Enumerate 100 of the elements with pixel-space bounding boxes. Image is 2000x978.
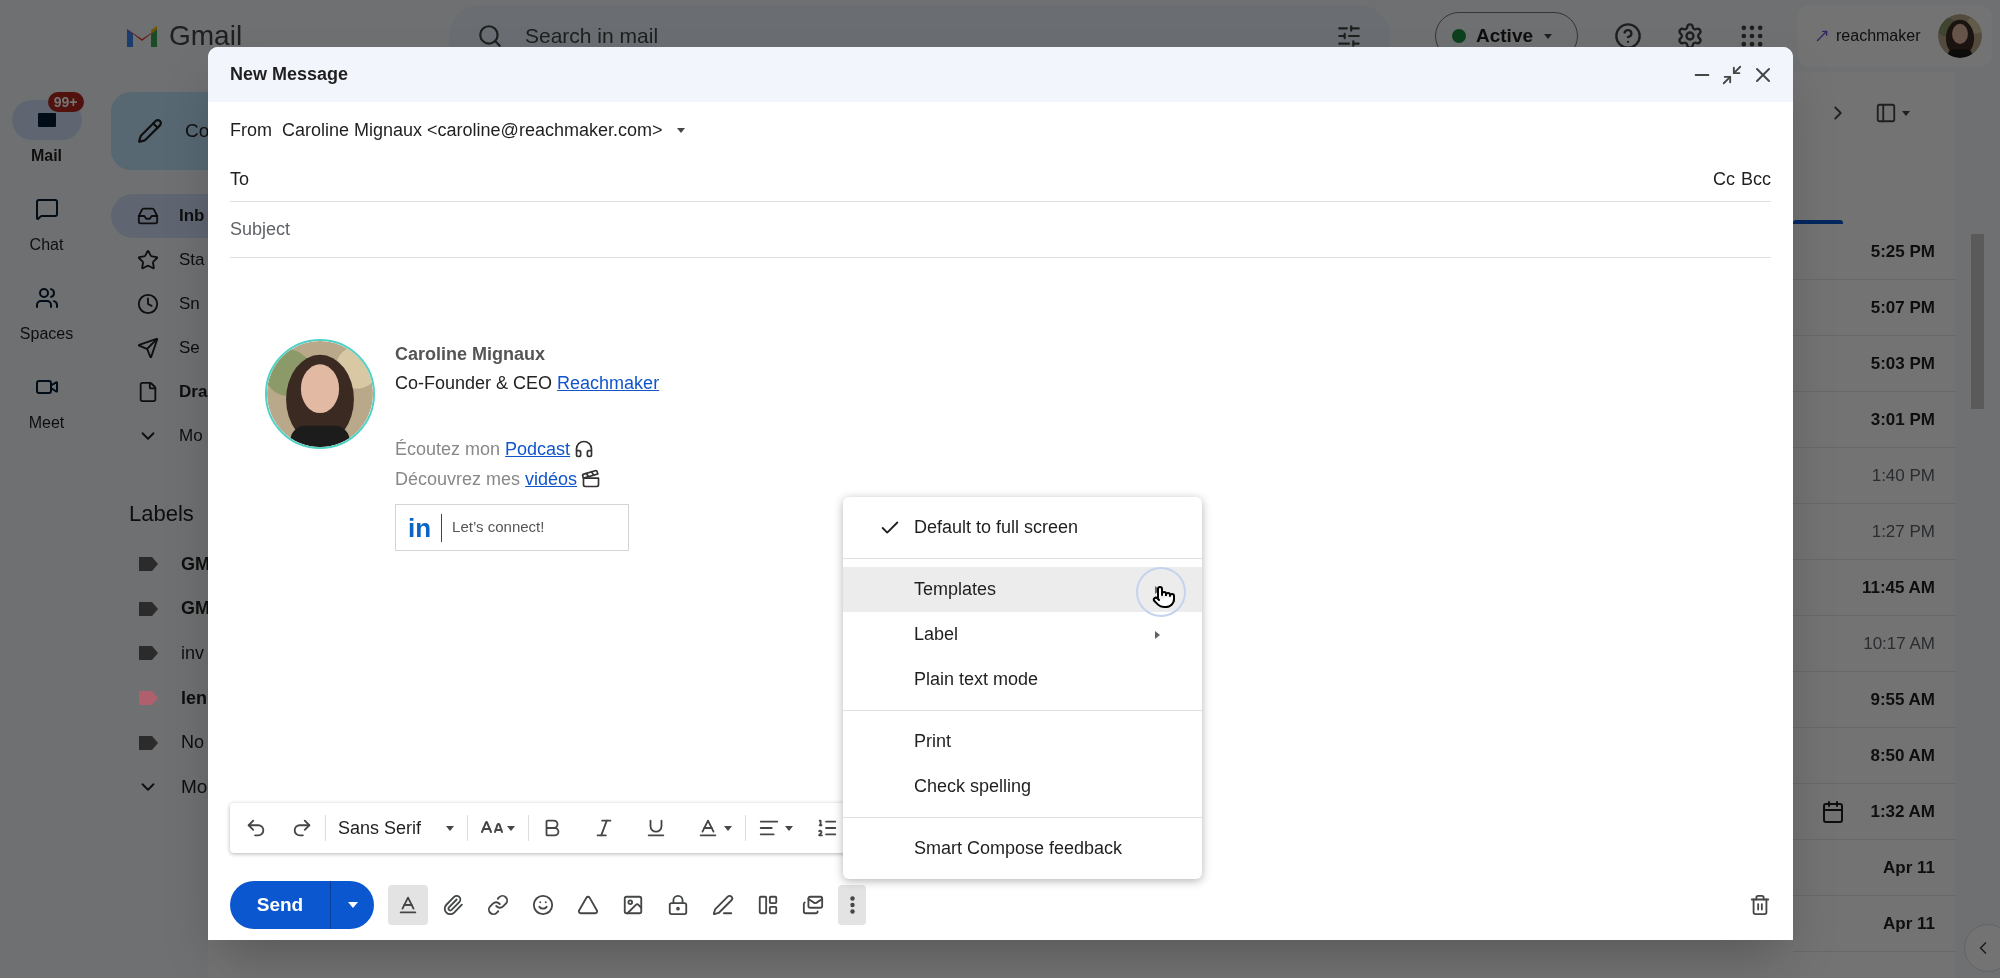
signature-name: Caroline Mignaux	[395, 343, 547, 366]
nav-item[interactable]: Sn	[111, 282, 208, 326]
mail-time: 11:45 AM	[1861, 576, 1935, 599]
settings-icon[interactable]	[1676, 22, 1704, 50]
submenu-arrow-icon	[1152, 629, 1162, 640]
nav-item[interactable]: Se	[111, 326, 208, 370]
side-panel-toggle[interactable]	[1963, 924, 2000, 972]
headphones-icon	[574, 439, 595, 459]
menu-item[interactable]: Check spelling	[843, 764, 1202, 809]
rail-label: Chat	[29, 235, 64, 255]
trash-icon[interactable]	[1749, 894, 1771, 916]
mails-icon[interactable]	[802, 894, 824, 916]
smiley-icon[interactable]	[532, 894, 554, 916]
nav-item[interactable]: Dra	[111, 370, 208, 414]
tag-nav-item[interactable]: GM	[111, 586, 208, 632]
mail-time: 10:17 AM	[1863, 632, 1935, 655]
tag-nav-item[interactable]: len	[111, 675, 208, 721]
company-link[interactable]: Reachmaker	[557, 373, 660, 393]
exit-full-screen-icon[interactable]	[1721, 63, 1743, 86]
text-color-button[interactable]	[697, 817, 734, 839]
lock-icon[interactable]	[667, 894, 689, 916]
nav-item[interactable]: Mo	[111, 764, 208, 810]
cursor-icon	[1136, 567, 1186, 617]
menu-item[interactable]: Plain text mode	[843, 657, 1202, 702]
mail-time: 5:03 PM	[1870, 352, 1935, 375]
clapperboard-icon	[581, 469, 602, 489]
linkedin-button[interactable]: in Let’s connect!	[395, 504, 629, 551]
logo-icon	[1814, 28, 1830, 44]
split-view-icon	[1875, 102, 1897, 124]
menu-item[interactable]: Default to full screen	[843, 505, 1202, 550]
caret-icon	[1901, 108, 1911, 118]
paperclip-icon[interactable]	[442, 894, 464, 916]
caret-icon	[784, 823, 795, 833]
mail-time: 1:27 PM	[1871, 520, 1935, 543]
cc-link[interactable]: Cc	[1713, 166, 1735, 193]
tag-nav-item[interactable]: No	[111, 720, 208, 765]
chat-icon	[34, 197, 59, 221]
compose-button[interactable]: Co	[111, 92, 208, 170]
star-icon	[137, 249, 159, 271]
undo-icon[interactable]	[245, 817, 267, 839]
send-button[interactable]: Send	[230, 881, 330, 929]
schedule-send-button[interactable]	[330, 881, 374, 929]
redo-icon[interactable]	[291, 817, 313, 839]
pen-icon[interactable]	[712, 894, 734, 916]
nav-item[interactable]: Mo	[111, 414, 208, 458]
signature-title: Co-Founder & CEO Reachmaker	[395, 372, 660, 395]
linkedin-logo: in	[408, 514, 432, 541]
menu-item[interactable]: Label	[843, 612, 1202, 657]
bcc-link[interactable]: Bcc	[1741, 166, 1771, 193]
caret-icon	[506, 823, 517, 833]
font-selector[interactable]: Sans Serif	[338, 814, 456, 842]
rail-label: Spaces	[19, 324, 74, 344]
triangle-icon[interactable]	[577, 894, 599, 916]
menu-item[interactable]: Templates	[843, 567, 1202, 612]
search-placeholder: Search in mail	[525, 23, 660, 50]
text-format-icon	[397, 894, 419, 916]
filter-icon[interactable]	[1336, 23, 1362, 49]
people-icon	[34, 286, 59, 310]
image-icon[interactable]	[622, 894, 644, 916]
help-icon[interactable]	[1614, 22, 1642, 50]
layout-icon[interactable]	[757, 894, 779, 916]
rail-label: Mail	[30, 146, 63, 166]
mail-time: 9:55 AM	[1870, 688, 1935, 711]
caret-icon	[723, 823, 734, 833]
podcast-line: Écoutez mon Podcast	[395, 438, 571, 461]
view-toggle[interactable]	[1875, 102, 1911, 124]
unread-count-badge: 99+	[47, 92, 84, 112]
videos-line: Découvrez mes vidéos	[395, 468, 578, 491]
formatting-toggle[interactable]	[388, 885, 428, 925]
account-button[interactable]: reachmaker	[1798, 5, 1992, 67]
from-label: From	[230, 118, 272, 142]
search-icon[interactable]	[477, 23, 503, 49]
mail-time: 5:07 PM	[1870, 296, 1935, 319]
mail-time: 5:25 PM	[1870, 240, 1935, 263]
file-icon	[137, 381, 159, 403]
window-title: New Message	[230, 63, 349, 86]
nav-item[interactable]: Sta	[111, 238, 208, 282]
nav-item[interactable]: Inb	[111, 194, 208, 238]
caret-icon	[676, 125, 687, 135]
mail-time: 8:50 AM	[1870, 744, 1935, 767]
subject-field[interactable]: Subject	[230, 216, 1771, 243]
scrollbar[interactable]	[1971, 234, 1984, 409]
tab-indicator	[1793, 220, 1843, 224]
mail-time: Apr 11	[1883, 856, 1935, 879]
tag-nav-item[interactable]: inv	[111, 631, 208, 676]
caret-icon	[1543, 31, 1554, 41]
mail-time: Apr 11	[1883, 912, 1935, 935]
send-icon	[137, 337, 159, 359]
from-selector[interactable]: Caroline Mignaux <caroline@reachmaker.com>	[282, 116, 687, 144]
menu-item[interactable]: Print	[843, 719, 1202, 764]
videos-link[interactable]: vidéos	[525, 469, 578, 489]
linkedin-label: Let’s connect!	[452, 517, 545, 538]
app-name: Gmail	[169, 19, 243, 53]
podcast-link[interactable]: Podcast	[505, 439, 571, 459]
more-options-button[interactable]	[838, 885, 866, 925]
more-icon	[849, 896, 855, 914]
link-icon[interactable]	[487, 894, 509, 916]
tag-nav-item[interactable]: GM	[111, 542, 208, 587]
menu-item[interactable]: Smart Compose feedback	[843, 826, 1202, 871]
numbered-list-icon[interactable]	[816, 817, 839, 839]
